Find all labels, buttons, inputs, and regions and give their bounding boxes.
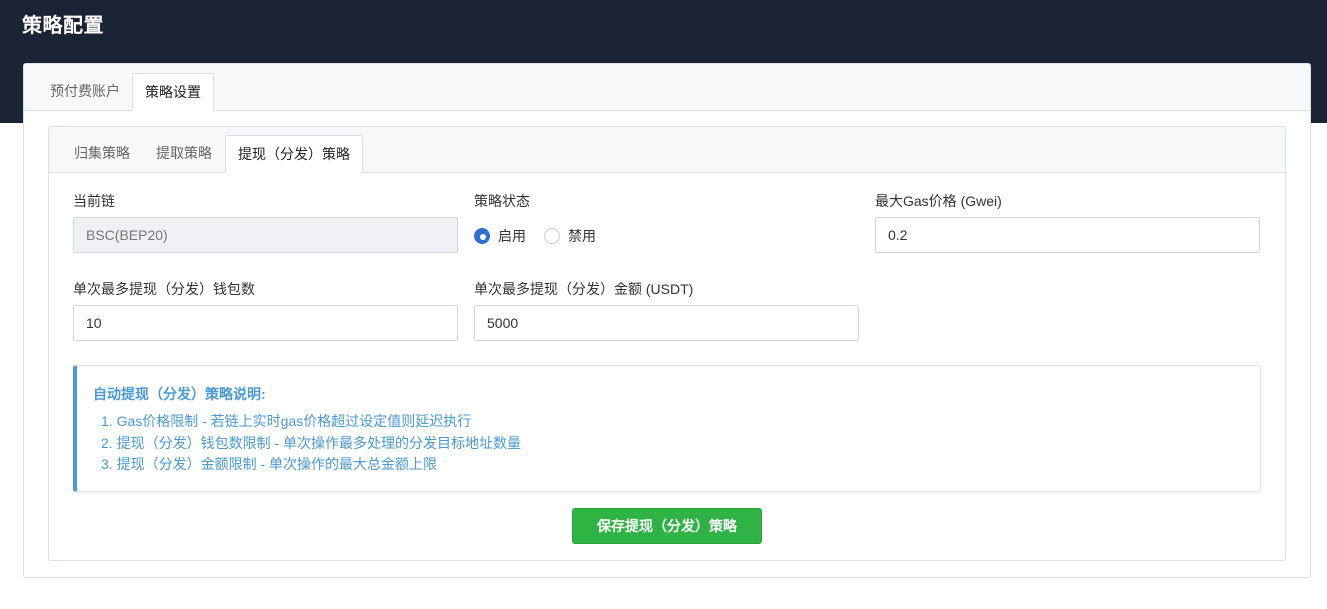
save-withdraw-strategy-button[interactable]: 保存提现（分发）策略 xyxy=(572,508,762,544)
page-title: 策略配置 xyxy=(22,15,104,37)
max-wallets-input[interactable]: 10 xyxy=(73,305,458,341)
chain-label: 当前链 xyxy=(73,193,115,209)
max-amount-label: 单次最多提现（分发）金额 (USDT) xyxy=(474,281,694,297)
tab-strategy-settings[interactable]: 策略设置 xyxy=(132,73,214,111)
tab-collection-strategy[interactable]: 归集策略 xyxy=(62,135,142,173)
radio-unchecked-icon xyxy=(544,228,560,244)
tab-extraction-strategy[interactable]: 提取策略 xyxy=(144,135,224,173)
notice-item: 3. 提现（分发）金额限制 - 单次操作的最大总金额上限 xyxy=(101,456,438,472)
strategy-notice: 自动提现（分发）策略说明: 1. Gas价格限制 - 若链上实时gas价格超过设… xyxy=(73,365,1261,492)
notice-item: 1. Gas价格限制 - 若链上实时gas价格超过设定值则延迟执行 xyxy=(101,413,472,429)
status-radio-group: 启用 禁用 xyxy=(474,226,614,246)
status-enable-label: 启用 xyxy=(498,228,526,244)
settings-card: 预付费账户 策略设置 归集策略 提取策略 提现（分发）策略 当前链 BSC(BE… xyxy=(23,63,1311,578)
tab-withdraw-strategy[interactable]: 提现（分发）策略 xyxy=(225,135,363,173)
status-label: 策略状态 xyxy=(474,193,530,209)
status-disable-label: 禁用 xyxy=(568,228,596,244)
strategy-card: 归集策略 提取策略 提现（分发）策略 当前链 BSC(BEP20) 策略状态 启… xyxy=(48,126,1286,561)
max-gas-input[interactable]: 0.2 xyxy=(875,217,1260,253)
status-enable-radio[interactable]: 启用 xyxy=(474,226,526,246)
radio-checked-icon xyxy=(474,228,490,244)
inner-tab-bar: 归集策略 提取策略 提现（分发）策略 xyxy=(49,127,1285,173)
chain-field: BSC(BEP20) xyxy=(73,217,458,253)
tab-prepaid-account[interactable]: 预付费账户 xyxy=(38,73,132,111)
notice-title: 自动提现（分发）策略说明: xyxy=(93,386,266,402)
outer-tab-bar: 预付费账户 策略设置 xyxy=(24,64,1310,111)
status-disable-radio[interactable]: 禁用 xyxy=(544,226,596,246)
max-amount-input[interactable]: 5000 xyxy=(474,305,859,341)
max-gas-label: 最大Gas价格 (Gwei) xyxy=(875,193,1002,209)
max-wallets-label: 单次最多提现（分发）钱包数 xyxy=(73,281,255,297)
notice-list: 1. Gas价格限制 - 若链上实时gas价格超过设定值则延迟执行 2. 提现（… xyxy=(101,411,521,476)
notice-item: 2. 提现（分发）钱包数限制 - 单次操作最多处理的分发目标地址数量 xyxy=(101,434,522,451)
